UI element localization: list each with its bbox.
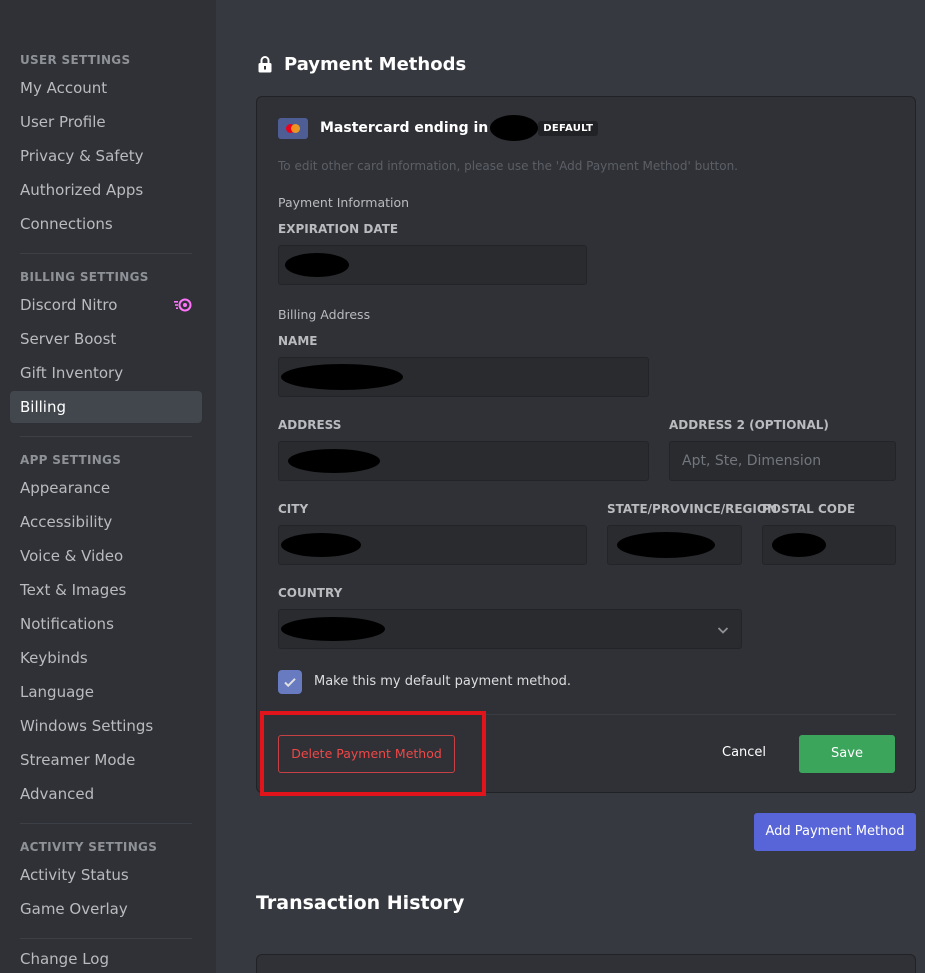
sidebar-heading-user-settings: USER SETTINGS — [20, 53, 131, 67]
delete-payment-method-button[interactable]: Delete Payment Method — [278, 735, 455, 773]
chevron-down-icon — [717, 627, 729, 634]
sidebar-divider — [20, 823, 192, 824]
sidebar-heading-billing-settings: BILLING SETTINGS — [20, 270, 149, 284]
redacted-value — [288, 449, 380, 473]
edit-hint-text: To edit other card information, please u… — [278, 159, 738, 173]
sidebar-divider — [20, 253, 192, 254]
city-label: CITY — [278, 502, 309, 516]
redacted-value — [772, 533, 826, 557]
sidebar-item-change-log[interactable]: Change Log — [10, 943, 202, 973]
sidebar-item-discord-nitro[interactable]: Discord Nitro — [10, 289, 202, 321]
state-input[interactable] — [607, 525, 742, 565]
name-label: NAME — [278, 334, 318, 348]
redacted-value — [281, 617, 385, 641]
page-title: Payment Methods — [256, 52, 466, 76]
state-label: STATE/PROVINCE/REGION — [607, 502, 778, 516]
sidebar-heading-app-settings: APP SETTINGS — [20, 453, 122, 467]
sidebar-item-server-boost[interactable]: Server Boost — [10, 323, 202, 355]
default-payment-checkbox[interactable] — [278, 670, 302, 694]
address2-input[interactable]: Apt, Ste, Dimension — [669, 441, 896, 481]
postal-code-label: POSTAL CODE — [762, 502, 856, 516]
sidebar-item-accessibility[interactable]: Accessibility — [10, 506, 202, 538]
sidebar-item-streamer-mode[interactable]: Streamer Mode — [10, 744, 202, 776]
redacted-value — [285, 253, 349, 277]
sidebar-item-label: Discord Nitro — [20, 296, 118, 314]
nitro-icon — [174, 298, 192, 312]
mastercard-icon — [278, 117, 308, 139]
sidebar-divider — [20, 938, 192, 939]
sidebar-item-my-account[interactable]: My Account — [10, 72, 202, 104]
sidebar-item-billing[interactable]: Billing — [10, 391, 202, 423]
redacted-card-digits — [490, 115, 539, 141]
country-select[interactable] — [278, 609, 742, 649]
page-title-text: Payment Methods — [284, 53, 467, 75]
address2-placeholder: Apt, Ste, Dimension — [682, 453, 822, 469]
expiration-date-label: EXPIRATION DATE — [278, 222, 399, 236]
redacted-value — [617, 532, 715, 558]
sidebar-item-activity-status[interactable]: Activity Status — [10, 859, 202, 891]
sidebar-item-voice-video[interactable]: Voice & Video — [10, 540, 202, 572]
cancel-button[interactable]: Cancel — [722, 745, 766, 760]
city-input[interactable] — [278, 525, 587, 565]
name-input[interactable] — [278, 357, 649, 397]
postal-code-input[interactable] — [762, 525, 896, 565]
address2-label: ADDRESS 2 (OPTIONAL) — [669, 418, 829, 432]
sidebar-item-game-overlay[interactable]: Game Overlay — [10, 893, 202, 925]
transaction-history-panel — [256, 954, 916, 973]
sidebar-item-user-profile[interactable]: User Profile — [10, 106, 202, 138]
country-label: COUNTRY — [278, 586, 343, 600]
payment-info-heading: Payment Information — [278, 195, 410, 210]
sidebar-divider — [20, 436, 192, 437]
sidebar-item-keybinds[interactable]: Keybinds — [10, 642, 202, 674]
sidebar-item-appearance[interactable]: Appearance — [10, 472, 202, 504]
address-label: ADDRESS — [278, 418, 342, 432]
redacted-value — [281, 364, 403, 390]
card-label: Mastercard ending in — [320, 120, 489, 136]
sidebar-item-text-images[interactable]: Text & Images — [10, 574, 202, 606]
payment-method-panel: Mastercard ending in DEFAULT To edit oth… — [256, 96, 916, 796]
sidebar-item-advanced[interactable]: Advanced — [10, 778, 202, 810]
sidebar-item-privacy-safety[interactable]: Privacy & Safety — [10, 140, 202, 172]
transaction-history-heading: Transaction History — [256, 892, 465, 914]
sidebar-item-connections[interactable]: Connections — [10, 208, 202, 240]
redacted-value — [281, 533, 361, 557]
sidebar-heading-activity-settings: ACTIVITY SETTINGS — [20, 840, 158, 854]
card-header: Mastercard ending in DEFAULT — [278, 115, 599, 141]
lock-icon — [258, 56, 272, 73]
save-button[interactable]: Save — [799, 735, 895, 773]
settings-sidebar: USER SETTINGS My Account User Profile Pr… — [0, 0, 216, 973]
sidebar-item-language[interactable]: Language — [10, 676, 202, 708]
default-payment-label: Make this my default payment method. — [314, 674, 571, 689]
sidebar-item-authorized-apps[interactable]: Authorized Apps — [10, 174, 202, 206]
sidebar-item-gift-inventory[interactable]: Gift Inventory — [10, 357, 202, 389]
expiration-date-input[interactable] — [278, 245, 587, 285]
address-input[interactable] — [278, 441, 649, 481]
billing-address-heading: Billing Address — [278, 307, 371, 322]
add-payment-method-button[interactable]: Add Payment Method — [754, 813, 916, 851]
sidebar-item-notifications[interactable]: Notifications — [10, 608, 202, 640]
checkmark-icon — [284, 678, 296, 688]
sidebar-item-windows-settings[interactable]: Windows Settings — [10, 710, 202, 742]
default-badge: DEFAULT — [538, 120, 599, 136]
